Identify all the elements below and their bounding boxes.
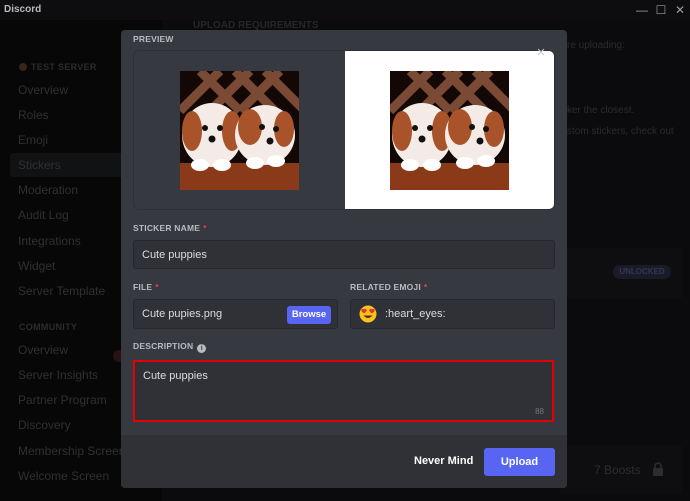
community-header: COMMUNITY bbox=[19, 322, 78, 332]
heart-eyes-emoji-icon bbox=[359, 305, 377, 323]
background-text: ker the closest. bbox=[567, 105, 635, 116]
sidebar-item-discovery[interactable]: Discovery bbox=[18, 418, 71, 432]
sidebar-item-partner-program[interactable]: Partner Program bbox=[18, 393, 107, 407]
sidebar-item-integrations[interactable]: Integrations bbox=[18, 234, 81, 248]
character-counter: 88 bbox=[535, 407, 544, 416]
sidebar-item-server-template[interactable]: Server Template bbox=[18, 284, 105, 298]
related-emoji-label-text: RELATED EMOJI bbox=[350, 282, 421, 292]
sidebar-item-audit-log[interactable]: Audit Log bbox=[18, 208, 69, 222]
upload-sticker-modal: PREVIEW × STICKER NAME * Cute puppies FI… bbox=[121, 30, 567, 488]
sticker-preview-dark bbox=[180, 71, 299, 190]
related-emoji-value: :heart_eyes: bbox=[385, 308, 446, 320]
required-mark: * bbox=[203, 223, 207, 233]
background-text: re uploading: bbox=[567, 40, 625, 51]
preview-label: PREVIEW bbox=[133, 34, 174, 44]
server-header: TEST SERVER bbox=[19, 62, 97, 72]
file-label: FILE * bbox=[133, 282, 159, 292]
file-name-value: Cute pupies.png bbox=[142, 308, 223, 320]
sidebar-item-moderation[interactable]: Moderation bbox=[18, 183, 78, 197]
sidebar-item-stickers[interactable]: Stickers bbox=[18, 158, 61, 172]
sidebar-item-server-insights[interactable]: Server Insights bbox=[18, 368, 98, 382]
boosts-count: 7 Boosts bbox=[594, 463, 641, 477]
sidebar-item-welcome-screen[interactable]: Welcome Screen bbox=[18, 469, 109, 483]
preview-light-background bbox=[345, 51, 554, 209]
sidebar-item-emoji[interactable]: Emoji bbox=[18, 133, 48, 147]
sticker-name-value: Cute puppies bbox=[142, 248, 207, 261]
modal-footer: Never Mind Upload bbox=[121, 435, 567, 488]
sticker-preview bbox=[133, 50, 555, 210]
unlocked-badge: UNLOCKED bbox=[613, 265, 671, 279]
sidebar-item-overview[interactable]: Overview bbox=[18, 83, 68, 97]
file-label-text: FILE bbox=[133, 282, 153, 292]
close-icon[interactable]: × bbox=[534, 45, 548, 60]
file-input[interactable]: Cute pupies.png Browse bbox=[133, 299, 338, 329]
upload-button[interactable]: Upload bbox=[484, 448, 555, 476]
sticker-name-input[interactable]: Cute puppies bbox=[133, 240, 555, 269]
sidebar-item-community-overview[interactable]: Overview bbox=[18, 343, 68, 357]
related-emoji-label: RELATED EMOJI * bbox=[350, 282, 427, 292]
description-value: Cute puppies bbox=[143, 370, 208, 382]
info-icon[interactable]: i bbox=[197, 344, 207, 353]
lock-icon bbox=[653, 462, 663, 476]
sticker-name-label-text: STICKER NAME bbox=[133, 223, 201, 233]
description-textarea[interactable]: Cute puppies 88 bbox=[133, 360, 554, 422]
description-label: DESCRIPTION i bbox=[133, 341, 207, 353]
browse-button[interactable]: Browse bbox=[287, 306, 331, 324]
maximize-button[interactable]: ☐ bbox=[653, 2, 669, 18]
server-icon bbox=[19, 63, 27, 71]
related-emoji-input[interactable]: :heart_eyes: bbox=[350, 299, 555, 329]
required-mark: * bbox=[155, 282, 159, 292]
description-label-text: DESCRIPTION bbox=[133, 341, 194, 351]
sticker-preview-light bbox=[390, 71, 509, 190]
puppies-image bbox=[180, 71, 299, 190]
minimize-button[interactable]: — bbox=[634, 2, 650, 18]
puppies-image bbox=[390, 71, 509, 190]
sidebar-item-roles[interactable]: Roles bbox=[18, 108, 49, 122]
title-bar: Discord — ☐ ✕ bbox=[0, 0, 690, 20]
sticker-name-label: STICKER NAME * bbox=[133, 223, 207, 233]
background-text: stom stickers, check out bbox=[567, 126, 674, 137]
server-header-label: TEST SERVER bbox=[31, 62, 97, 72]
required-mark: * bbox=[423, 282, 428, 292]
sidebar-item-widget[interactable]: Widget bbox=[18, 259, 55, 273]
close-window-button[interactable]: ✕ bbox=[672, 2, 688, 18]
app-title: Discord bbox=[4, 4, 42, 15]
never-mind-button[interactable]: Never Mind bbox=[414, 455, 473, 467]
